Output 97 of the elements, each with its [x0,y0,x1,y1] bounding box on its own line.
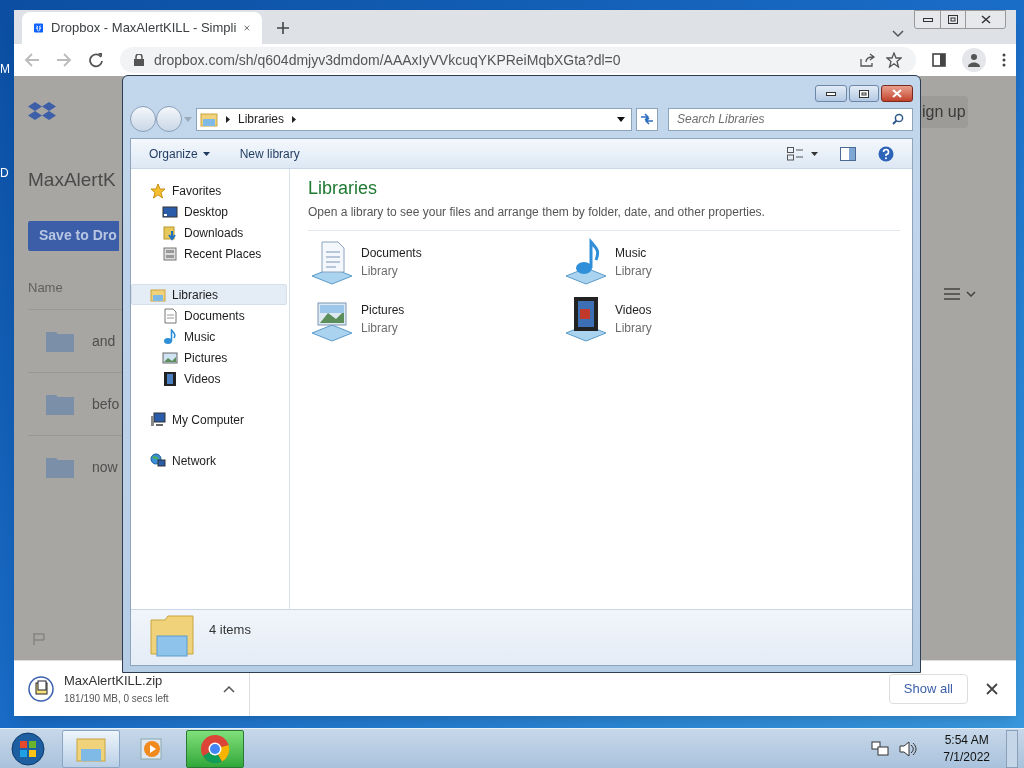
dropdown-arrow-icon[interactable] [811,151,818,156]
tab-title: Dropbox - MaxAlertKILL - Simpli [51,19,237,38]
minimize-button[interactable] [815,85,847,102]
nav-item[interactable]: Documents [131,305,287,326]
globe-computer-icon [150,452,166,469]
library-item[interactable]: Videos Library [562,294,816,344]
volume-icon[interactable] [899,740,918,757]
page-heading: Libraries [308,177,379,200]
chevron-up-icon[interactable] [223,684,235,693]
box-logo-icon [34,20,44,36]
folder-title: MaxAlertK [28,168,116,192]
folder-icon [46,393,74,415]
close-icon[interactable] [986,682,998,695]
recent-places-icon [162,245,178,262]
picture-icon [162,349,178,366]
view-options-icon[interactable] [787,146,803,161]
library-folder-icon [200,111,218,127]
folder-icon [46,330,74,352]
close-icon [892,89,902,98]
nav-item[interactable]: Desktop [131,201,287,222]
share-icon[interactable] [860,53,876,67]
computer-icon [150,411,166,428]
library-item[interactable]: Documents Library [308,237,562,287]
clock-date: 7/1/2022 [943,748,990,766]
lock-icon [134,54,144,66]
maximize-icon [859,89,869,98]
document-icon [162,307,178,324]
help-icon[interactable] [878,145,894,162]
desktop-icon-label: D [0,165,10,182]
nav-item[interactable]: Downloads [131,222,287,243]
refresh-button[interactable] [636,107,658,131]
folder-icon [46,456,74,478]
desktop-icon-label: M [0,61,10,78]
monitor-icon [162,203,178,220]
star-icon [150,182,166,199]
save-button[interactable]: Save to Dro [28,220,119,251]
minimize-icon [922,17,933,22]
page-description: Open a library to see your files and arrange them by folder, date, and other properties. [308,203,900,231]
chevron-down-icon[interactable] [892,30,904,38]
reload-icon[interactable] [88,52,104,68]
nav-item[interactable]: My Computer [131,409,287,430]
preview-pane-icon[interactable] [840,146,856,161]
url-text: dropbox.com/sh/q604dmjyv3dmdom/AAAxIyVVkcuqYKPReiMqbXGta?dl=0 [154,52,621,68]
sign-up-button[interactable]: ign up [920,96,968,128]
item-count: 4 items [209,621,251,639]
close-icon[interactable] [244,23,250,33]
taskbar-button[interactable] [186,729,244,768]
file-name: and [92,331,116,351]
person-icon [967,53,981,67]
download-folder-icon [162,224,178,241]
film-icon [162,370,178,387]
search-field[interactable]: Search Libraries [668,107,913,131]
nav-item[interactable]: Music [131,326,287,347]
address-field[interactable]: Libraries [196,107,632,131]
close-button[interactable] [881,85,913,102]
network-icon[interactable] [871,740,890,757]
dropdown-arrow-icon [202,151,210,156]
nav-item[interactable]: Pictures [131,347,287,368]
refresh-icon [640,113,654,125]
breadcrumb-arrow-icon[interactable] [292,115,297,123]
library-item[interactable]: Music Library [562,237,816,287]
breadcrumb-item[interactable]: Libraries [238,110,285,128]
nav-item[interactable]: Videos [131,368,287,389]
download-file-name: MaxAlertKILL.zip [64,672,164,691]
maximize-button[interactable] [849,85,879,102]
profile-avatar[interactable] [962,48,986,72]
file-name: now [92,457,118,477]
browser-tab[interactable]: Dropbox - MaxAlertKILL - Simpli [22,12,262,44]
nav-item[interactable]: Network [131,450,287,471]
restore-icon [948,15,958,24]
clock-time: 5:54 AM [944,731,989,749]
zip-file-icon [28,675,54,702]
file-name: befo [92,394,120,414]
plus-icon[interactable] [276,21,290,35]
dropdown-arrow-icon[interactable] [617,116,625,122]
windows-logo-icon [11,731,45,766]
library-folder-icon [150,286,166,303]
star-outline-icon[interactable] [886,52,902,68]
nav-item[interactable]: Recent Places [131,243,287,264]
close-icon [980,15,991,24]
chevron-down-icon[interactable] [966,291,976,297]
address-bar[interactable]: dropbox.com/sh/q604dmjyv3dmdom/AAAxIyVVkcuqYKPReiMqbXGta?dl=0 [120,47,916,73]
chrome-icon [200,733,230,764]
menu-dots-icon[interactable] [1002,53,1006,67]
toolbar-button[interactable]: Organize [149,144,210,163]
minimize-icon [826,91,836,96]
toolbar-button[interactable]: New library [239,144,300,163]
breadcrumb-arrow-icon[interactable] [226,115,230,123]
nav-item[interactable]: Libraries [131,284,287,305]
column-header: Name [28,278,63,297]
nav-item[interactable]: Favorites [131,180,287,201]
side-panel-icon[interactable] [932,53,946,67]
library-item[interactable]: Pictures Library [308,294,562,344]
music-note-icon [162,328,178,345]
folder-icon [149,614,195,658]
search-icon [892,113,904,125]
list-view-icon[interactable] [944,288,960,300]
